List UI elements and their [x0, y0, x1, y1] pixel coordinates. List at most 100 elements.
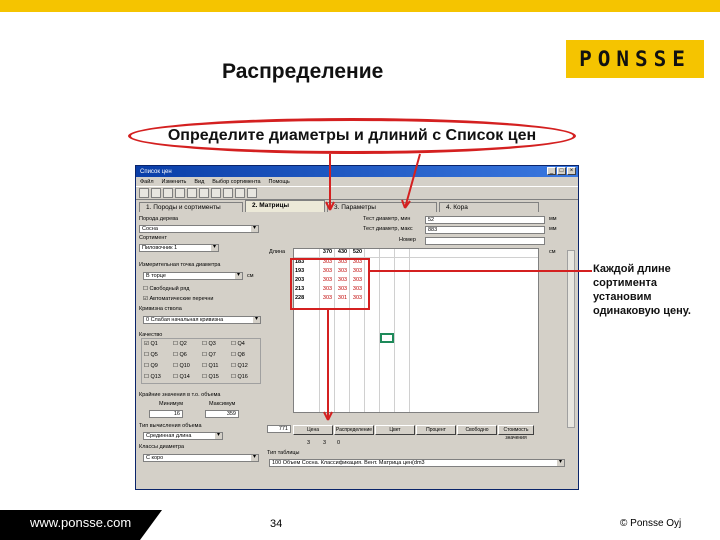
length-unit: см [549, 249, 556, 255]
curve-select[interactable]: 0 Слабая начальная кривизна [143, 316, 261, 324]
quality-group: ☑ Q1 ☐ Q2 ☐ Q3 ☐ Q4 ☐ Q5 ☐ Q6 ☐ Q7 ☐ Q8 … [141, 338, 261, 384]
quality-q10[interactable]: ☐ Q10 [173, 363, 190, 369]
quality-q9[interactable]: ☐ Q9 [144, 363, 158, 369]
max-label: Максимум [209, 401, 236, 407]
auto-lengths-checkbox[interactable]: ☑ Автоматические перечни [143, 296, 213, 302]
annotation-text: Каждой длине сортимента установим одинак… [593, 263, 691, 317]
help-icon[interactable] [247, 188, 257, 198]
species-select[interactable]: Сосна [139, 225, 259, 233]
left-panel: Порода дерева Сосна Сортимент Пиловочник… [139, 216, 264, 486]
quality-q4[interactable]: ☐ Q4 [231, 341, 245, 347]
length-header: 520 [352, 249, 363, 255]
new-icon[interactable] [139, 188, 149, 198]
bottom-value: 0 [337, 440, 341, 446]
open-icon[interactable] [151, 188, 161, 198]
quality-q14[interactable]: ☐ Q14 [173, 374, 190, 380]
min-label: Минимум [159, 401, 184, 407]
tab-bar: 1. Породы и сортименты 2. Матрицы 3. Пар… [136, 200, 578, 212]
menu-file[interactable]: Файл [140, 179, 154, 185]
menu-view[interactable]: Вид [194, 179, 204, 185]
tool-icon[interactable] [235, 188, 245, 198]
tab-species[interactable]: 1. Породы и сортименты [139, 202, 243, 212]
save-icon[interactable] [163, 188, 173, 198]
tab-matrices[interactable]: 2. Матрицы [245, 200, 325, 212]
measure-label: Измерительная точка диаметра [139, 262, 221, 268]
table-type-label: Тип таблицы [267, 450, 300, 456]
callout-text: Определите диаметры и длиний с Список це… [167, 127, 537, 144]
number-input[interactable] [425, 237, 545, 245]
menu-help[interactable]: Помощь [269, 179, 290, 185]
copy-icon[interactable] [199, 188, 209, 198]
color-button[interactable]: Цвет [375, 425, 415, 435]
class-select[interactable]: С коро [143, 454, 259, 462]
top-accent-stripe [0, 0, 720, 12]
undo-icon[interactable] [223, 188, 233, 198]
quality-q3[interactable]: ☐ Q3 [202, 341, 216, 347]
ponsse-logo: PONSSE [566, 40, 704, 78]
price-button[interactable]: Цена [293, 425, 333, 435]
quality-q8[interactable]: ☐ Q8 [231, 352, 245, 358]
footer-url: www.ponsse.com [30, 515, 132, 530]
curve-label: Кривизна ствола [139, 306, 182, 312]
free-button[interactable]: Свободно [457, 425, 497, 435]
top-diam-label: Тест диаметр, мин [363, 216, 411, 222]
species-label: Порода дерева [139, 216, 179, 222]
price-list-window: Список цен _ □ × Файл Изменить Вид Выбор… [135, 165, 579, 490]
minimize-icon[interactable]: _ [547, 167, 556, 175]
percent-button[interactable]: Процент [416, 425, 456, 435]
quality-q11[interactable]: ☐ Q11 [202, 363, 218, 369]
slide-title: Распределение [222, 60, 384, 83]
volume-label: Тип вычисления объема [139, 423, 202, 429]
top-diam-unit: мм [549, 216, 557, 222]
butt-diam-unit: мм [549, 226, 557, 232]
table-type-select[interactable]: 100 Объем Сосна. Классификация. Вент. Ма… [269, 459, 565, 467]
grid-scrollbar[interactable] [567, 250, 575, 428]
side-value-field[interactable]: 771 [267, 425, 291, 433]
maximize-icon[interactable]: □ [557, 167, 566, 175]
number-label: Номер [399, 237, 416, 243]
copyright: © Ponsse Oyj [620, 518, 682, 529]
assortment-select[interactable]: Пиловочник 1 [139, 244, 219, 252]
toolbar [136, 186, 578, 200]
price-cells-highlight [290, 258, 370, 310]
top-diam-input[interactable]: 52 [425, 216, 545, 224]
page-number: 34 [270, 518, 283, 530]
free-row-checkbox[interactable]: ☐ Свободный ряд [143, 286, 189, 292]
limits-label: Крайние значения в т.о. объема [139, 392, 221, 398]
tab-parameters[interactable]: 3. Параметры [327, 202, 437, 212]
menu-assortment[interactable]: Выбор сортимента [212, 179, 260, 185]
paste-icon[interactable] [211, 188, 221, 198]
quality-q15[interactable]: ☐ Q15 [202, 374, 219, 380]
cut-icon[interactable] [187, 188, 197, 198]
length-header: 430 [337, 249, 348, 255]
assortment-label: Сортимент [139, 235, 167, 241]
quality-q12[interactable]: ☐ Q12 [231, 363, 248, 369]
tab-bark[interactable]: 4. Кора [439, 202, 539, 212]
cell-cursor-marker [380, 333, 394, 343]
window-titlebar: Список цен _ □ × [136, 166, 578, 177]
quality-q7[interactable]: ☐ Q7 [202, 352, 216, 358]
quality-q1[interactable]: ☑ Q1 [144, 341, 158, 347]
butt-diam-input[interactable]: 883 [425, 226, 545, 234]
quality-q16[interactable]: ☐ Q16 [231, 374, 248, 380]
measure-unit: см [247, 273, 254, 279]
callout-oval: Определите диаметры и длиний с Список це… [128, 118, 576, 154]
butt-diam-label: Тест диаметр, макс [363, 226, 413, 232]
volume-select[interactable]: Срединная длина [143, 432, 223, 440]
quality-q5[interactable]: ☐ Q5 [144, 352, 158, 358]
value-cost-button[interactable]: Стоимость значения [498, 425, 534, 441]
quality-q13[interactable]: ☐ Q13 [144, 374, 161, 380]
quality-q6[interactable]: ☐ Q6 [173, 352, 187, 358]
right-panel: Тест диаметр, мин 52 мм Тест диаметр, ма… [267, 216, 577, 486]
menu-edit[interactable]: Изменить [162, 179, 187, 185]
close-icon[interactable]: × [567, 167, 576, 175]
bottom-value: 3 [323, 440, 327, 446]
max-input[interactable]: 359 [205, 410, 239, 418]
print-icon[interactable] [175, 188, 185, 198]
distribution-button[interactable]: Распределение [334, 425, 374, 435]
grid-header-row: 370 430 520 [320, 249, 365, 257]
quality-q2[interactable]: ☐ Q2 [173, 341, 187, 347]
length-label: Длина [269, 249, 286, 255]
measure-select[interactable]: В торце [143, 272, 243, 280]
min-input[interactable]: 16 [149, 410, 183, 418]
